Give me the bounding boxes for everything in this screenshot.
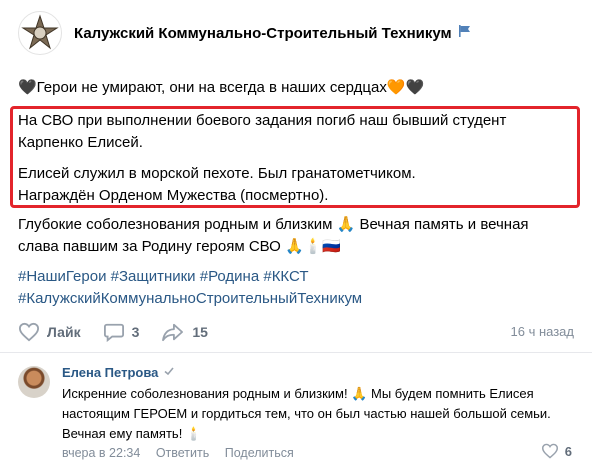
flag-icon (458, 24, 472, 43)
heart-outline-icon (18, 322, 40, 342)
group-name-link[interactable]: Калужский Коммунально-Строительный Техни… (74, 25, 452, 42)
comment-icon (103, 323, 124, 342)
share-button[interactable]: 15 (161, 322, 208, 342)
highlight-line-service: Елисей служил в морской пехоте. Был гран… (18, 165, 416, 182)
hashtags-line-1[interactable]: #НашиГерои #Защитники #Родина #ККСТ (18, 266, 362, 288)
comment-time[interactable]: вчера в 22:34 (62, 446, 140, 460)
reply-link[interactable]: Ответить (156, 446, 209, 460)
hashtags-line-2[interactable]: #КалужскийКоммунальноСтроительныйТехнику… (18, 288, 362, 310)
comment-like-count: 6 (564, 443, 572, 459)
comment-button[interactable]: 3 (103, 322, 140, 342)
post-intro-line: 🖤Герои не умирают, они на всегда в наших… (18, 79, 425, 96)
comments-count: 3 (131, 324, 140, 340)
heart-outline-icon (541, 443, 558, 459)
highlight-line-award: Награждён Орденом Мужества (посмертно). (18, 187, 329, 204)
college-emblem-icon[interactable] (18, 11, 62, 55)
comment-like-button[interactable]: 6 (541, 443, 572, 459)
avatar[interactable] (18, 366, 50, 398)
post-header: Калужский Коммунально-Строительный Техни… (18, 10, 472, 56)
share-arrow-icon (162, 323, 184, 342)
post-actions-bar: Лайк 3 15 16 ч назад (18, 320, 574, 344)
condolence-paragraph: Глубокие соболезнования родным и близким… (18, 216, 529, 255)
shares-count: 15 (192, 324, 208, 340)
divider (0, 352, 592, 353)
comment-text: Искренние соболезнования родным и близки… (62, 386, 551, 441)
comment-meta: вчера в 22:34 Ответить Поделиться (62, 446, 306, 460)
like-button[interactable]: Лайк (18, 322, 81, 342)
highlight-paragraph-1: На СВО при выполнении боевого задания по… (18, 112, 507, 151)
verified-check-icon (163, 365, 175, 380)
hashtags: #НашиГерои #Защитники #Родина #ККСТ #Кал… (18, 266, 362, 310)
post-time[interactable]: 16 ч назад (511, 324, 575, 339)
like-label: Лайк (47, 324, 81, 340)
share-comment-link[interactable]: Поделиться (225, 446, 294, 460)
comment-author-name[interactable]: Елена Петрова (62, 365, 158, 380)
highlight-paragraph-2: Елисей служил в морской пехоте. Был гран… (18, 163, 558, 207)
comment-author[interactable]: Елена Петрова (62, 365, 175, 380)
